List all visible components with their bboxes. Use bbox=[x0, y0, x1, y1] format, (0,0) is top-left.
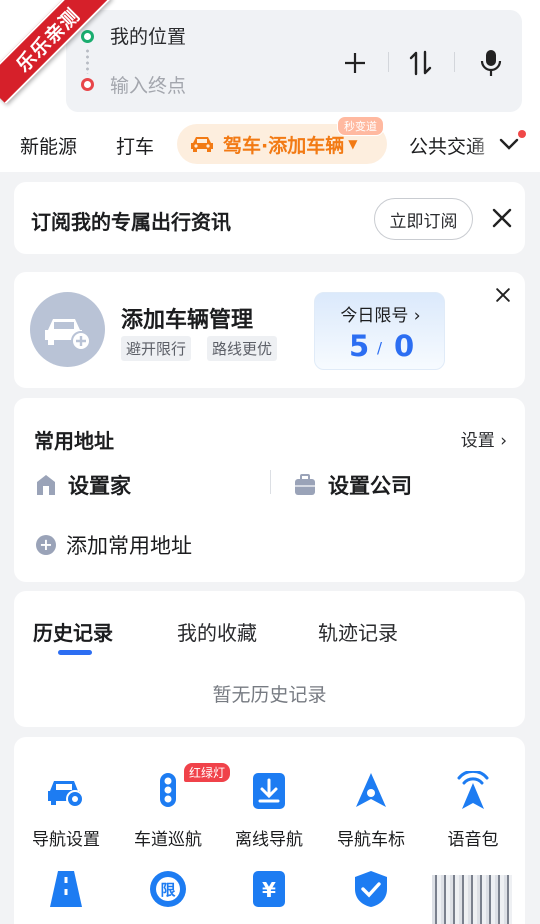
home-label: 设置家 bbox=[68, 474, 131, 498]
origin-dot-icon bbox=[81, 30, 94, 43]
company-label: 设置公司 bbox=[328, 474, 412, 498]
subscribe-card: 订阅我的专属出行资讯 立即订阅 bbox=[14, 182, 525, 254]
travel-mode-tabs: 新能源 打车 驾车·添加车辆 ▼ 秒变道 公共交通 bbox=[0, 116, 540, 166]
swap-icon bbox=[409, 50, 432, 76]
voice-signal-icon bbox=[457, 769, 489, 809]
restriction-icon: 限 bbox=[150, 871, 186, 907]
tab-tracks[interactable]: 轨迹记录 bbox=[318, 617, 398, 646]
tool-voice-pack[interactable]: 语音包 bbox=[423, 769, 523, 850]
microphone-icon bbox=[480, 50, 502, 76]
subscribe-button[interactable]: 立即订阅 bbox=[374, 198, 473, 240]
tab-history[interactable]: 历史记录 bbox=[33, 617, 113, 646]
car-icon bbox=[191, 137, 213, 152]
road-icon bbox=[50, 871, 82, 907]
toolbar-divider bbox=[388, 52, 389, 72]
limit-number: 5 bbox=[349, 329, 370, 363]
tool-label: 导航设置 bbox=[32, 830, 100, 850]
tool-label: 离线导航 bbox=[235, 830, 303, 850]
tab-taxi[interactable]: 打车 bbox=[116, 132, 154, 159]
vehicle-title: 添加车辆管理 bbox=[121, 308, 254, 333]
tool-offline-nav[interactable]: 离线导航 bbox=[219, 771, 319, 850]
vehicle-tag: 路线更优 bbox=[207, 336, 278, 361]
add-address-button[interactable]: + 添加常用地址 bbox=[36, 530, 192, 560]
svg-text:¥: ¥ bbox=[262, 878, 276, 902]
vehicle-tag: 避开限行 bbox=[121, 336, 192, 361]
tool-label: 车道巡航 bbox=[134, 830, 202, 850]
close-icon[interactable] bbox=[495, 287, 511, 303]
traffic-limit-box[interactable]: 今日限号 › 5 / 0 bbox=[314, 292, 445, 370]
toll-icon: ¥ bbox=[253, 871, 285, 907]
route-dotted-line bbox=[86, 48, 89, 74]
common-address-title: 常用地址 bbox=[34, 429, 114, 453]
tool-label: 导航车标 bbox=[337, 830, 405, 850]
vehicle-card[interactable]: 添加车辆管理 避开限行 路线更优 今日限号 › 5 / 0 bbox=[14, 272, 525, 388]
route-search-box: 我的位置 输入终点 bbox=[66, 10, 522, 112]
add-car-icon bbox=[45, 319, 91, 351]
svg-text:限: 限 bbox=[160, 881, 175, 899]
traffic-light-icon bbox=[160, 773, 176, 807]
set-company-button[interactable]: 设置公司 bbox=[294, 470, 412, 500]
plus-circle-icon: + bbox=[36, 535, 56, 555]
home-icon bbox=[37, 475, 55, 495]
address-settings-link[interactable]: 设置 › bbox=[461, 426, 507, 451]
voice-input-button[interactable] bbox=[476, 48, 506, 78]
swap-route-button[interactable] bbox=[406, 48, 436, 78]
destination-dot-icon bbox=[81, 78, 94, 91]
tab-new-energy[interactable]: 新能源 bbox=[20, 132, 77, 159]
tool-restriction-partial[interactable]: 限 bbox=[118, 869, 218, 913]
add-waypoint-button[interactable] bbox=[340, 48, 370, 78]
subscribe-title: 订阅我的专属出行资讯 bbox=[31, 210, 231, 234]
car-settings-icon bbox=[48, 781, 84, 808]
close-icon[interactable] bbox=[491, 207, 513, 229]
tool-label: 语音包 bbox=[447, 830, 499, 850]
tool-lane-cruise[interactable]: 车道巡航 bbox=[118, 771, 218, 850]
set-home-button[interactable]: 设置家 bbox=[36, 470, 131, 500]
download-icon bbox=[253, 773, 285, 809]
add-address-label: 添加常用地址 bbox=[66, 534, 192, 558]
tab-drive-label: 驾车·添加车辆 bbox=[223, 134, 345, 157]
plus-icon bbox=[345, 53, 365, 73]
limit-number: 0 bbox=[394, 329, 415, 363]
common-address-card: 常用地址 设置 › 设置家 设置公司 + 添加常用地址 bbox=[14, 398, 525, 582]
shield-check-icon bbox=[355, 871, 387, 907]
tool-nav-car-icon[interactable]: 导航车标 bbox=[321, 771, 421, 850]
origin-field[interactable]: 我的位置 bbox=[110, 22, 186, 49]
history-card: 历史记录 我的收藏 轨迹记录 暂无历史记录 bbox=[14, 591, 525, 727]
traffic-light-badge: 红绿灯 bbox=[184, 763, 231, 782]
tool-toll-partial[interactable]: ¥ bbox=[219, 869, 319, 913]
caret-down-icon: ▼ bbox=[348, 137, 358, 151]
tool-road-partial[interactable] bbox=[16, 869, 116, 913]
top-search-area: 乐乐亲测 我的位置 输入终点 新能源 打车 驾车·添加车辆 ▼ 秒变道 公共交通 bbox=[0, 0, 540, 172]
history-empty-text: 暂无历史记录 bbox=[212, 684, 327, 706]
limit-slash: / bbox=[377, 339, 383, 357]
nav-arrow-icon bbox=[356, 773, 386, 807]
tabs-fade-overlay bbox=[470, 122, 500, 166]
toolbar-divider bbox=[454, 52, 455, 72]
briefcase-icon bbox=[295, 474, 315, 495]
tab-favorites[interactable]: 我的收藏 bbox=[177, 617, 257, 646]
active-tab-indicator bbox=[58, 650, 92, 655]
address-divider bbox=[270, 470, 271, 494]
traffic-limit-label: 今日限号 › bbox=[340, 306, 421, 326]
vehicle-avatar bbox=[30, 292, 105, 367]
floating-thumbnail[interactable] bbox=[432, 875, 512, 924]
lane-change-badge: 秒变道 bbox=[337, 116, 384, 136]
notification-dot bbox=[518, 130, 526, 138]
destination-input[interactable]: 输入终点 bbox=[110, 71, 310, 98]
tool-safety-partial[interactable] bbox=[321, 869, 421, 913]
chevron-down-icon[interactable] bbox=[498, 134, 520, 154]
tool-nav-settings[interactable]: 导航设置 bbox=[16, 771, 116, 850]
